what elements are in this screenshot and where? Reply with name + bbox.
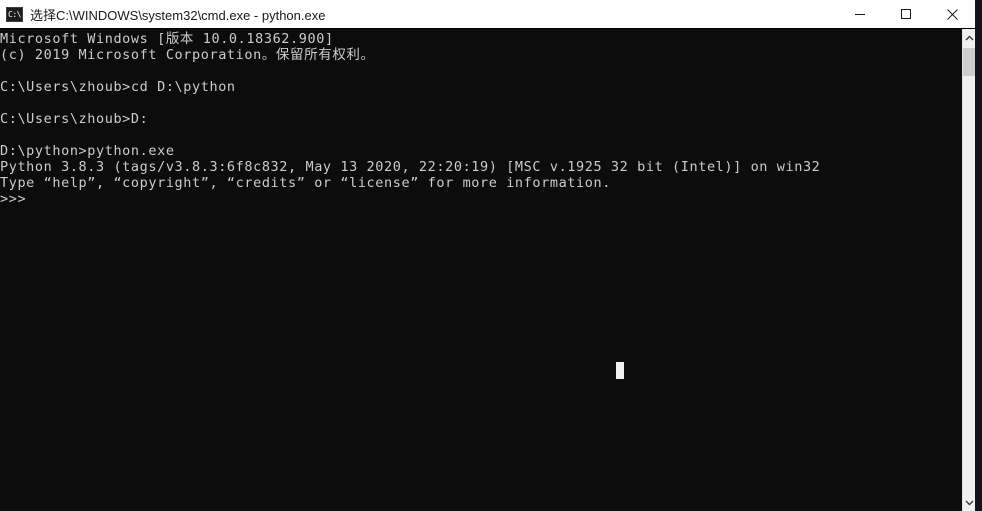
text-cursor [616, 362, 624, 379]
console-text: Microsoft Windows [版本 10.0.18362.900] (c… [0, 31, 821, 207]
chevron-down-icon [965, 499, 974, 506]
scrollbar-track[interactable] [963, 47, 975, 493]
vertical-scrollbar[interactable] [962, 29, 975, 511]
console-output-area[interactable]: Microsoft Windows [版本 10.0.18362.900] (c… [0, 29, 962, 511]
maximize-button[interactable] [883, 0, 929, 28]
close-button[interactable] [929, 0, 975, 28]
scrollbar-thumb[interactable] [963, 48, 975, 76]
cmd-icon-glyph: C:\ [8, 9, 21, 19]
minimize-button[interactable] [837, 0, 883, 28]
window-controls [837, 0, 975, 28]
maximize-icon [900, 8, 912, 20]
cmd-window: C:\ 选择C:\WINDOWS\system32\cmd.exe - pyth… [0, 0, 975, 511]
screen: C:\ 选择C:\WINDOWS\system32\cmd.exe - pyth… [0, 0, 982, 511]
desktop-background-strip [975, 0, 982, 511]
close-icon [946, 8, 959, 21]
chevron-up-icon [965, 35, 974, 42]
scroll-up-button[interactable] [963, 29, 975, 47]
cmd-icon: C:\ [6, 6, 23, 22]
scroll-down-button[interactable] [963, 493, 975, 511]
title-bar[interactable]: C:\ 选择C:\WINDOWS\system32\cmd.exe - pyth… [0, 0, 975, 29]
window-title: 选择C:\WINDOWS\system32\cmd.exe - python.e… [30, 7, 326, 23]
minimize-icon [854, 8, 866, 20]
